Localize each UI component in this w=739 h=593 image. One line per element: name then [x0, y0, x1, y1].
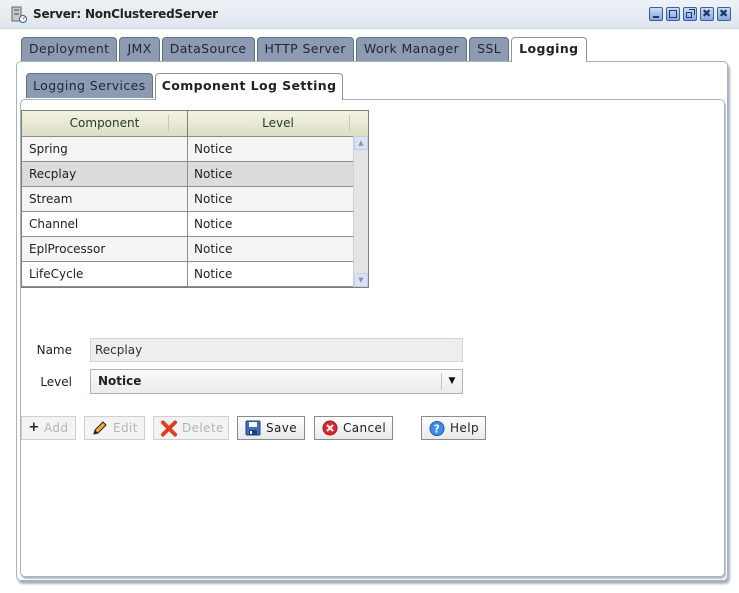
subtab-component-log-setting[interactable]: Component Log Setting	[154, 73, 344, 100]
table-row[interactable]: Spring Notice	[22, 137, 368, 162]
cell-component: Channel	[22, 212, 188, 236]
floppy-disk-icon	[245, 420, 261, 436]
tab-deployment[interactable]: Deployment	[21, 37, 118, 61]
tab-datasource[interactable]: DataSource	[161, 37, 255, 61]
cell-component: LifeCycle	[22, 262, 188, 286]
edit-button[interactable]: Edit	[84, 416, 145, 440]
close-button[interactable]: ✖	[717, 7, 731, 21]
save-button[interactable]: Save	[237, 416, 305, 440]
cell-level: Notice	[194, 167, 233, 181]
table-row[interactable]: EplProcessor Notice	[22, 237, 368, 262]
cell-level: Notice	[194, 242, 233, 256]
minimize-icon	[653, 16, 659, 18]
delete-x-icon	[161, 420, 177, 436]
cell-component: EplProcessor	[22, 237, 188, 261]
maximize-icon	[669, 10, 677, 18]
column-header-component[interactable]: Component	[22, 111, 188, 136]
close-all-button[interactable]: ✖	[700, 7, 714, 21]
table-row[interactable]: Channel Notice	[22, 212, 368, 237]
cancel-circle-icon	[322, 420, 338, 436]
dropdown-arrow-icon[interactable]: ▼	[441, 373, 462, 390]
cell-level: Notice	[194, 142, 233, 156]
tab-ssl[interactable]: SSL	[469, 37, 510, 61]
title-bar: Server: NonClusteredServer ✖ ✖	[0, 0, 739, 29]
tab-logging[interactable]: Logging	[511, 37, 587, 62]
minimize-button[interactable]	[649, 7, 663, 21]
cancel-button[interactable]: Cancel	[314, 416, 393, 440]
column-header-level[interactable]: Level	[188, 111, 368, 136]
name-label: Name	[36, 343, 72, 357]
tab-work-manager[interactable]: Work Manager	[355, 37, 468, 61]
table-row[interactable]: LifeCycle Notice	[22, 262, 368, 287]
table-row-selected[interactable]: Recplay Notice	[22, 162, 368, 187]
cell-level: Notice	[194, 267, 233, 281]
table-row[interactable]: Stream Notice	[22, 187, 368, 212]
pencil-icon	[92, 420, 108, 436]
close-all-icon: ✖	[702, 7, 712, 20]
component-grid: Component Level Spring Notice Recplay No…	[21, 110, 369, 288]
scroll-up-icon[interactable]: ▲	[354, 136, 368, 150]
tab-jmx[interactable]: JMX	[119, 37, 160, 61]
level-label: Level	[40, 375, 72, 389]
level-select-value: Notice	[98, 374, 142, 388]
cell-component: Spring	[22, 137, 188, 161]
tab-http-server[interactable]: HTTP Server	[256, 37, 354, 61]
help-question-icon: ?	[429, 420, 445, 436]
grid-scrollbar[interactable]: ▲ ▼	[353, 136, 368, 287]
plus-icon: +	[28, 420, 40, 435]
logging-subtabs: Logging Services Component Log Setting	[26, 73, 344, 100]
add-button[interactable]: + Add	[21, 416, 76, 440]
help-button[interactable]: ? Help	[421, 416, 486, 440]
cell-level: Notice	[194, 192, 233, 206]
cell-component: Recplay	[22, 162, 188, 186]
svg-text:?: ?	[434, 423, 440, 435]
cell-level: Notice	[194, 217, 233, 231]
delete-button[interactable]: Delete	[153, 416, 229, 440]
cell-component: Stream	[22, 187, 188, 211]
window-title: Server: NonClusteredServer	[33, 7, 218, 21]
close-icon: ✖	[719, 7, 729, 20]
scroll-down-icon[interactable]: ▼	[354, 273, 368, 287]
grid-header: Component Level	[22, 111, 368, 137]
restore-icon	[686, 12, 692, 18]
subtab-logging-services[interactable]: Logging Services	[26, 73, 153, 98]
name-field[interactable]: Recplay	[90, 338, 463, 362]
level-select[interactable]: Notice ▼	[90, 369, 463, 394]
server-icon	[11, 6, 27, 23]
restore-button[interactable]	[683, 7, 697, 21]
main-tabs: Deployment JMX DataSource HTTP Server Wo…	[21, 37, 587, 62]
maximize-button[interactable]	[666, 7, 680, 21]
